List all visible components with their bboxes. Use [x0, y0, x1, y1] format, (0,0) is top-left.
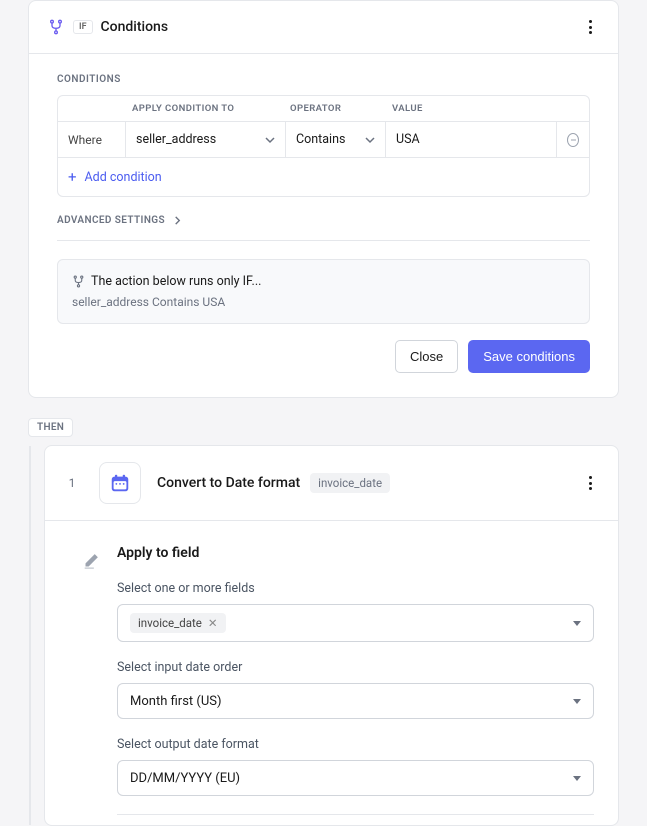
remove-condition-button[interactable] [557, 122, 589, 157]
col-header-operator: OPERATOR [286, 103, 386, 114]
pencil-icon [83, 549, 103, 569]
conditions-title: Conditions [101, 19, 169, 35]
chevron-right-icon [173, 216, 182, 225]
output-format-value: DD/MM/YYYY (EU) [130, 771, 240, 786]
output-format-select[interactable]: DD/MM/YYYY (EU) [117, 760, 594, 796]
branch-small-icon [72, 275, 85, 288]
left-icon-column [69, 545, 117, 815]
if-badge: IF [73, 20, 93, 34]
step-card: 1 Convert to Date format invoice_date Ap… [44, 445, 619, 826]
input-order-value: Month first (US) [130, 694, 222, 709]
calendar-icon [109, 472, 131, 494]
value-text: USA [396, 132, 420, 147]
col-header-apply: APPLY CONDITION TO [126, 103, 286, 114]
fields-select[interactable]: invoice_date ✕ [117, 604, 594, 642]
summary-text: seller_address Contains USA [72, 295, 575, 309]
input-order-select[interactable]: Month first (US) [117, 683, 594, 719]
chevron-down-icon [265, 135, 275, 145]
step-header: 1 Convert to Date format invoice_date [45, 446, 618, 521]
conditions-section-label: CONDITIONS [57, 74, 590, 85]
plus-icon: + [68, 168, 77, 186]
close-button[interactable]: Close [395, 340, 458, 373]
conditions-body: CONDITIONS APPLY CONDITION TO OPERATOR V… [29, 54, 618, 397]
add-condition-button[interactable]: + Add condition [58, 158, 589, 196]
form-heading: Apply to field [117, 545, 594, 561]
add-condition-label: Add condition [85, 170, 162, 185]
chevron-down-icon [573, 776, 581, 781]
chevron-down-icon [365, 135, 375, 145]
step-number: 1 [63, 476, 81, 490]
advanced-settings-label: ADVANCED SETTINGS [57, 215, 165, 226]
step-title: Convert to Date format [157, 475, 300, 491]
condition-summary: The action below runs only IF... seller_… [57, 259, 590, 324]
chevron-down-icon [573, 621, 581, 626]
kebab-icon[interactable] [580, 473, 600, 493]
then-badge: THEN [28, 418, 73, 437]
save-conditions-button[interactable]: Save conditions [468, 340, 590, 373]
separator [117, 814, 594, 815]
where-cell: Where [58, 122, 126, 157]
step-icon [99, 462, 141, 504]
conditions-card: IF Conditions CONDITIONS APPLY CONDITION… [28, 0, 619, 398]
conditions-table-head: APPLY CONDITION TO OPERATOR VALUE [58, 96, 589, 122]
operator-select[interactable]: Contains [286, 122, 386, 157]
condition-row: Where seller_address Contains USA [58, 122, 589, 158]
branch-icon [47, 18, 65, 36]
input-order-label: Select input date order [117, 660, 594, 675]
operator-value: Contains [296, 132, 345, 147]
summary-heading: The action below runs only IF... [91, 274, 261, 289]
step-rail [29, 446, 31, 825]
apply-condition-value: seller_address [136, 132, 216, 147]
step-body: Apply to field Select one or more fields… [45, 521, 618, 825]
then-wrap: THEN [28, 418, 647, 437]
col-header-value: VALUE [386, 103, 557, 114]
conditions-table: APPLY CONDITION TO OPERATOR VALUE Where … [57, 95, 590, 197]
form-column: Apply to field Select one or more fields… [117, 545, 594, 815]
step-field-pill: invoice_date [310, 473, 390, 493]
conditions-header: IF Conditions [29, 1, 618, 54]
remove-icon [567, 133, 579, 147]
field-token: invoice_date ✕ [130, 613, 226, 633]
kebab-icon[interactable] [580, 17, 600, 37]
output-format-label: Select output date format [117, 737, 594, 752]
advanced-settings-toggle[interactable]: ADVANCED SETTINGS [57, 215, 590, 241]
field-token-text: invoice_date [138, 616, 202, 630]
value-input[interactable]: USA [386, 122, 557, 157]
fields-label: Select one or more fields [117, 581, 594, 596]
button-row: Close Save conditions [57, 340, 590, 373]
apply-condition-select[interactable]: seller_address [126, 122, 286, 157]
chevron-down-icon [573, 699, 581, 704]
token-remove-icon[interactable]: ✕ [208, 616, 218, 630]
